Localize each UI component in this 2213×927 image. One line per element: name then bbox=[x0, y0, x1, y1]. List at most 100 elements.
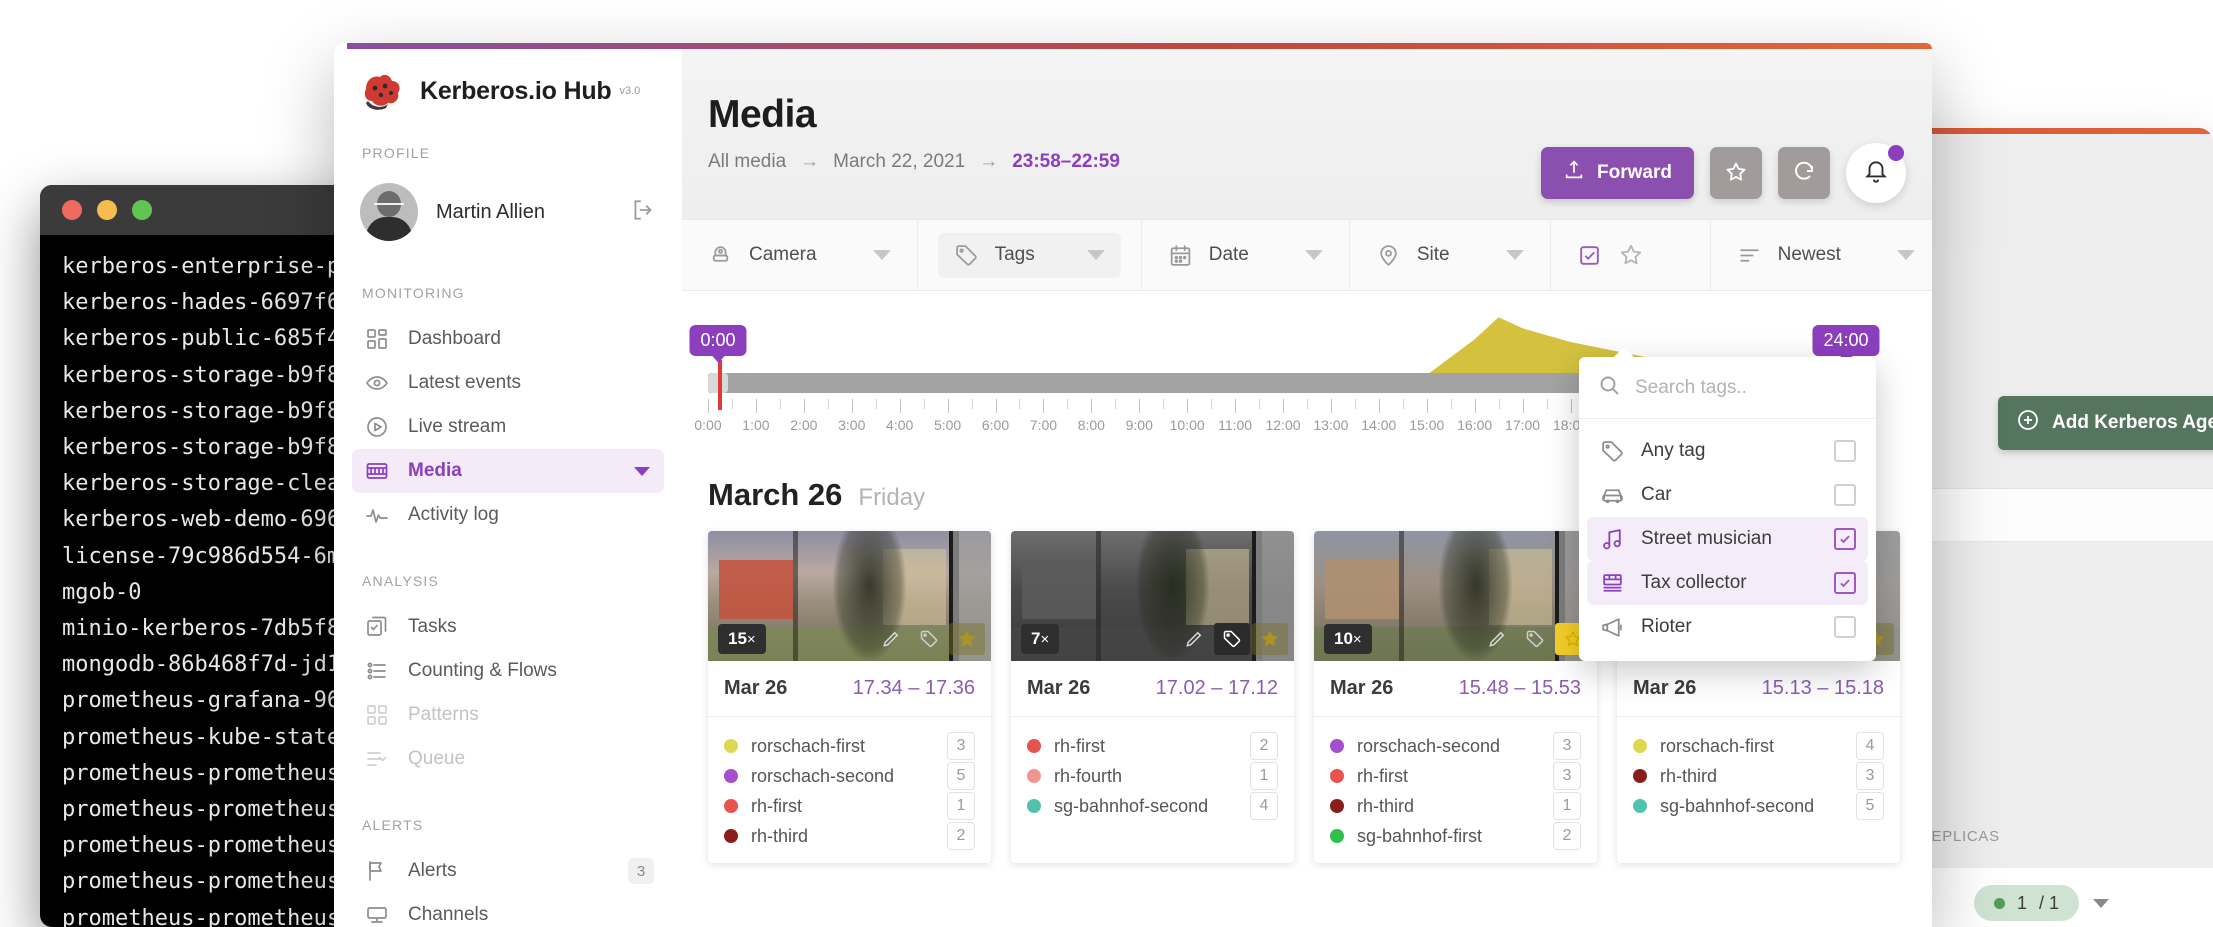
eye-icon bbox=[364, 370, 390, 396]
filter-tags[interactable]: Tags bbox=[918, 220, 1142, 290]
sidebar-item-counting-flows[interactable]: Counting & Flows bbox=[352, 649, 664, 693]
filter-toggles[interactable] bbox=[1551, 220, 1711, 290]
axis-tick-minor bbox=[1259, 399, 1260, 409]
bell-icon bbox=[1863, 158, 1889, 189]
card-tag-row: sg-bahnhof-second4 bbox=[1027, 791, 1278, 821]
tags-search-input[interactable] bbox=[1635, 377, 1858, 399]
sidebar-section-monitoring: MONITORING bbox=[334, 285, 682, 301]
maximize-icon[interactable] bbox=[132, 200, 152, 220]
media-card[interactable]: 10× Mar 26 15.48 – 15.53 rorschach-secon… bbox=[1314, 531, 1597, 863]
film-icon bbox=[364, 458, 390, 484]
refresh-button[interactable] bbox=[1778, 147, 1830, 199]
sidebar-item-alerts[interactable]: Alerts3 bbox=[352, 849, 664, 893]
favorite-button[interactable] bbox=[1710, 147, 1762, 199]
breadcrumb-arrow-icon: → bbox=[800, 151, 819, 173]
star-icon[interactable] bbox=[1252, 623, 1288, 655]
tag-option-any-tag[interactable]: Any tag bbox=[1587, 429, 1868, 473]
filter-date[interactable]: Date bbox=[1142, 220, 1350, 290]
axis-tick-minor bbox=[1115, 399, 1116, 409]
tag-count: 2 bbox=[1250, 732, 1278, 760]
logout-icon[interactable] bbox=[630, 197, 656, 228]
add-kerberos-agent-button[interactable]: Add Kerberos Agent bbox=[1998, 396, 2213, 450]
media-card[interactable]: 7× Mar 26 17.02 – 17.12 rh-first2rh-four… bbox=[1011, 531, 1294, 863]
axis-tick-label: 7:00 bbox=[1030, 417, 1057, 433]
edit-icon[interactable] bbox=[1479, 623, 1515, 655]
axis-tick bbox=[1571, 399, 1572, 413]
filter-newest[interactable]: Newest bbox=[1711, 220, 1932, 290]
minimize-icon[interactable] bbox=[97, 200, 117, 220]
sidebar-item-queue[interactable]: Queue bbox=[352, 737, 664, 781]
chevron-down-icon[interactable] bbox=[1087, 250, 1105, 260]
card-date: Mar 26 bbox=[1027, 677, 1090, 700]
notifications-button[interactable] bbox=[1846, 143, 1906, 203]
tag-name: sg-bahnhof-second bbox=[1660, 796, 1843, 817]
tag-color-dot bbox=[1633, 739, 1647, 753]
tag-option-checkbox[interactable] bbox=[1834, 528, 1856, 550]
media-card[interactable]: 15× Mar 26 17.34 – 17.36 rorschach-first… bbox=[708, 531, 991, 863]
sidebar-item-channels[interactable]: Channels bbox=[352, 893, 664, 927]
chevron-down-icon[interactable] bbox=[2093, 899, 2109, 908]
checkbox-checked-icon[interactable] bbox=[1577, 243, 1602, 268]
tag-option-checkbox[interactable] bbox=[1834, 484, 1856, 506]
media-thumbnail[interactable]: 10× bbox=[1314, 531, 1597, 661]
brand[interactable]: Kerberos.io Hub v3.0 bbox=[334, 43, 682, 111]
sidebar-item-activity-log[interactable]: Activity log bbox=[352, 493, 664, 537]
tag-option-checkbox[interactable] bbox=[1834, 616, 1856, 638]
tag-color-dot bbox=[1330, 769, 1344, 783]
dashboard-icon bbox=[364, 326, 390, 352]
tag-option-street-musician[interactable]: Street musician bbox=[1587, 517, 1868, 561]
axis-tick bbox=[1379, 399, 1380, 413]
breadcrumb-item-all-media[interactable]: All media bbox=[708, 151, 786, 173]
axis-tick-minor bbox=[1211, 399, 1212, 409]
sidebar-item-dashboard[interactable]: Dashboard bbox=[352, 317, 664, 361]
filter-site[interactable]: Site bbox=[1350, 220, 1551, 290]
music-note-icon bbox=[1599, 526, 1625, 552]
breadcrumb-item-date[interactable]: March 22, 2021 bbox=[833, 151, 965, 173]
star-icon[interactable] bbox=[1618, 242, 1644, 268]
tag-option-rioter[interactable]: Rioter bbox=[1587, 605, 1868, 649]
filter-button[interactable]: Site bbox=[1376, 243, 1524, 268]
chevron-down-icon[interactable] bbox=[1897, 250, 1915, 260]
close-icon[interactable] bbox=[62, 200, 82, 220]
filter-button-active[interactable]: Tags bbox=[938, 233, 1121, 278]
tag-option-tax-collector[interactable]: Tax collector bbox=[1587, 561, 1868, 605]
tag-icon[interactable] bbox=[911, 623, 947, 655]
sidebar-item-latest-events[interactable]: Latest events bbox=[352, 361, 664, 405]
tag-option-car[interactable]: Car bbox=[1587, 473, 1868, 517]
tag-icon[interactable] bbox=[1214, 623, 1250, 655]
chevron-down-icon[interactable] bbox=[1305, 250, 1323, 260]
tags-search-row[interactable] bbox=[1579, 357, 1876, 419]
search-icon bbox=[1597, 373, 1621, 402]
edit-icon[interactable] bbox=[1176, 623, 1212, 655]
sidebar-item-live-stream[interactable]: Live stream bbox=[352, 405, 664, 449]
filter-camera[interactable]: Camera bbox=[682, 220, 918, 290]
chevron-down-icon[interactable] bbox=[634, 467, 650, 476]
sidebar-item-media[interactable]: Media bbox=[352, 449, 664, 493]
filter-button[interactable]: Newest bbox=[1737, 243, 1915, 268]
thumbnail-overlay: 7× bbox=[1011, 617, 1294, 661]
filter-button[interactable]: Camera bbox=[708, 243, 891, 268]
tag-icon[interactable] bbox=[1517, 623, 1553, 655]
tag-option-checkbox[interactable] bbox=[1834, 572, 1856, 594]
tag-option-label: Street musician bbox=[1641, 528, 1818, 550]
tag-name: rorschach-second bbox=[751, 766, 934, 787]
edit-icon[interactable] bbox=[873, 623, 909, 655]
replicas-total: / 1 bbox=[2039, 893, 2059, 914]
axis-tick-minor bbox=[1307, 399, 1308, 409]
profile-row[interactable]: Martin Allien bbox=[334, 183, 682, 241]
filter-button[interactable]: Date bbox=[1168, 243, 1323, 268]
chevron-down-icon[interactable] bbox=[873, 250, 891, 260]
breadcrumb-item-timerange[interactable]: 23:58–22:59 bbox=[1012, 151, 1120, 173]
forward-button[interactable]: Forward bbox=[1541, 147, 1694, 199]
tag-option-checkbox[interactable] bbox=[1834, 440, 1856, 462]
filter-label: Newest bbox=[1778, 244, 1841, 266]
star-icon[interactable] bbox=[949, 623, 985, 655]
media-thumbnail[interactable]: 15× bbox=[708, 531, 991, 661]
sidebar-item-tasks[interactable]: Tasks bbox=[352, 605, 664, 649]
chevron-down-icon[interactable] bbox=[1506, 250, 1524, 260]
frame-count-badge: 10× bbox=[1324, 624, 1372, 654]
media-thumbnail[interactable]: 7× bbox=[1011, 531, 1294, 661]
axis-tick-label: 5:00 bbox=[934, 417, 961, 433]
tag-name: rh-third bbox=[751, 826, 934, 847]
sidebar-item-patterns[interactable]: Patterns bbox=[352, 693, 664, 737]
